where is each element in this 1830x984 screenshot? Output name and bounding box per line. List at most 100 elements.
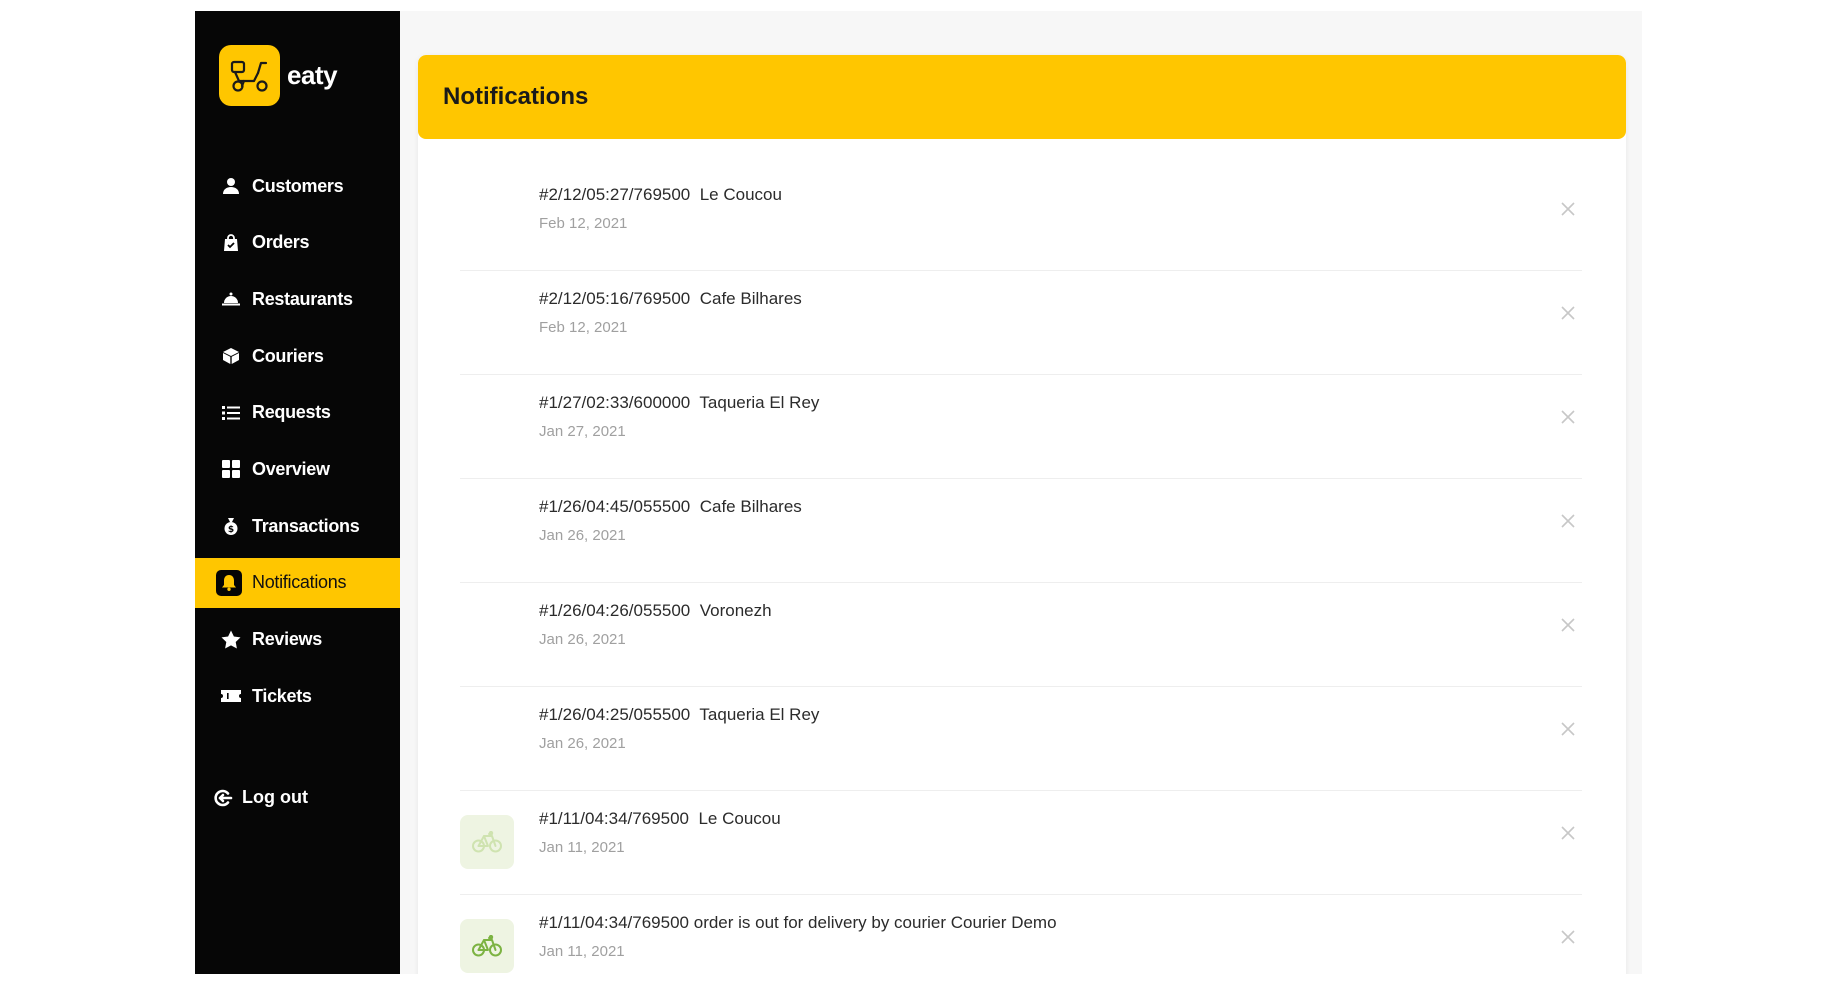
sidebar-item-label: Notifications (252, 572, 347, 593)
dismiss-button[interactable] (1554, 507, 1582, 535)
notification-date: Jan 11, 2021 (539, 839, 625, 856)
notification-date: Jan 26, 2021 (539, 527, 626, 544)
notification-code: #1/26/04:45/055500 (539, 497, 691, 516)
sidebar-item-customers[interactable]: Customers (195, 161, 400, 211)
notification-text: Cafe Bilhares (699, 497, 802, 516)
notification-code: #2/12/05:16/769500 (539, 289, 691, 308)
notification-title: #1/11/04:34/769500 Le Coucou (539, 809, 781, 829)
sidebar-item-label: Reviews (252, 629, 322, 649)
money-bag-icon: $ (220, 515, 242, 537)
sidebar-item-tickets[interactable]: Tickets (195, 671, 400, 721)
notification-title: #1/26/04:26/055500 Voronezh (539, 601, 772, 621)
notification-title: #1/26/04:45/055500 Cafe Bilhares (539, 497, 802, 517)
notification-item[interactable]: #1/11/04:34/769500 Le Coucou Jan 11, 202… (460, 791, 1582, 895)
notification-code: #1/26/04:26/055500 (539, 601, 691, 620)
notification-text: Taqueria El Rey (699, 393, 820, 412)
notification-code: #1/26/04:25/055500 (539, 705, 691, 724)
page-title: Notifications (443, 83, 589, 110)
notification-title: #1/27/02:33/600000 Taqueria El Rey (539, 393, 819, 413)
logout-icon (213, 788, 233, 808)
dismiss-button[interactable] (1554, 923, 1582, 951)
sidebar-item-notifications[interactable]: Notifications (195, 557, 400, 608)
dismiss-button[interactable] (1554, 819, 1582, 847)
notification-date: Jan 27, 2021 (539, 423, 626, 440)
brand-logo[interactable]: eaty (219, 45, 338, 106)
sidebar-item-restaurants[interactable]: Restaurants (195, 274, 400, 324)
notification-code: #1/11/04:34/769500 (539, 913, 689, 932)
close-icon (1561, 306, 1575, 320)
notification-title: #2/12/05:16/769500 Cafe Bilhares (539, 289, 802, 309)
notification-date: Feb 12, 2021 (539, 319, 628, 336)
notification-date: Jan 11, 2021 (539, 943, 625, 960)
notification-text: Le Coucou (699, 185, 782, 204)
page-header: Notifications (418, 55, 1626, 139)
notification-item[interactable]: #2/12/05:16/769500 Cafe Bilhares Feb 12,… (460, 271, 1582, 375)
notification-date: Feb 12, 2021 (539, 215, 628, 232)
scooter-icon (219, 45, 280, 106)
logout-button[interactable]: Log out (213, 787, 308, 808)
sidebar-item-label: Restaurants (252, 288, 353, 309)
sidebar-item-transactions[interactable]: $ Transactions (195, 501, 400, 551)
dismiss-button[interactable] (1554, 195, 1582, 223)
notification-item[interactable]: #1/11/04:34/769500 order is out for deli… (460, 895, 1582, 974)
notification-item[interactable]: #1/26/04:25/055500 Taqueria El Rey Jan 2… (460, 687, 1582, 791)
ticket-icon (220, 685, 242, 707)
sidebar-item-couriers[interactable]: Couriers (195, 331, 400, 381)
sidebar-item-requests[interactable]: Requests (195, 388, 400, 438)
notification-item[interactable]: #1/27/02:33/600000 Taqueria El Rey Jan 2… (460, 375, 1582, 479)
sidebar-item-label: Customers (252, 175, 344, 196)
sidebar-item-orders[interactable]: Orders (195, 218, 400, 268)
dismiss-button[interactable] (1554, 611, 1582, 639)
close-icon (1561, 826, 1575, 840)
notification-list: #2/12/05:27/769500 Le Coucou Feb 12, 202… (460, 167, 1582, 974)
dismiss-button[interactable] (1554, 299, 1582, 327)
app-window: eaty Customers Orders Restaurants Courie… (195, 11, 1642, 974)
notification-text: Cafe Bilhares (699, 289, 802, 308)
sidebar-item-label: Requests (252, 402, 331, 423)
sidebar-nav: Customers Orders Restaurants Couriers Re… (195, 161, 400, 728)
notification-title: #1/11/04:34/769500 order is out for deli… (539, 913, 1057, 933)
sidebar-item-label: Overview (252, 458, 330, 479)
sidebar-item-overview[interactable]: Overview (195, 444, 400, 494)
dismiss-button[interactable] (1554, 715, 1582, 743)
notification-code: #2/12/05:27/769500 (539, 185, 691, 204)
close-icon (1561, 410, 1575, 424)
close-icon (1561, 722, 1575, 736)
bicycle-icon (460, 919, 514, 973)
close-icon (1561, 618, 1575, 632)
user-icon (220, 175, 242, 197)
dismiss-button[interactable] (1554, 403, 1582, 431)
sidebar-item-reviews[interactable]: Reviews (195, 615, 400, 665)
notifications-panel: Notifications #2/12/05:27/769500 Le Couc… (418, 55, 1626, 974)
notification-date: Jan 26, 2021 (539, 735, 626, 752)
cloche-icon (220, 288, 242, 310)
bicycle-icon (460, 815, 514, 869)
close-icon (1561, 202, 1575, 216)
bell-icon (216, 569, 242, 596)
notification-title: #2/12/05:27/769500 Le Coucou (539, 185, 782, 205)
star-icon (220, 629, 242, 651)
shopping-bag-icon (220, 232, 242, 254)
notification-text: Voronezh (699, 601, 772, 620)
sidebar-item-label: Orders (252, 232, 310, 253)
close-icon (1561, 514, 1575, 528)
notification-item[interactable]: #2/12/05:27/769500 Le Coucou Feb 12, 202… (460, 167, 1582, 271)
notification-code: #1/27/02:33/600000 (539, 393, 691, 412)
list-icon (220, 402, 242, 424)
notification-date: Jan 26, 2021 (539, 631, 626, 648)
brand-name: eaty (287, 60, 338, 90)
notification-item[interactable]: #1/26/04:45/055500 Cafe Bilhares Jan 26,… (460, 479, 1582, 583)
box-icon (220, 345, 242, 367)
sidebar: eaty Customers Orders Restaurants Courie… (195, 11, 400, 974)
svg-text:$: $ (228, 525, 234, 535)
sidebar-item-label: Couriers (252, 345, 324, 366)
notification-item[interactable]: #1/26/04:26/055500 Voronezh Jan 26, 2021 (460, 583, 1582, 687)
logout-label: Log out (242, 787, 308, 807)
sidebar-item-label: Transactions (252, 515, 360, 536)
notification-title: #1/26/04:25/055500 Taqueria El Rey (539, 705, 819, 725)
grid-icon (220, 458, 242, 480)
notification-text: Taqueria El Rey (699, 705, 820, 724)
close-icon (1561, 930, 1575, 944)
notification-code: #1/11/04:34/769500 (539, 809, 689, 828)
notification-text: order is out for delivery by courier Cou… (693, 913, 1057, 932)
